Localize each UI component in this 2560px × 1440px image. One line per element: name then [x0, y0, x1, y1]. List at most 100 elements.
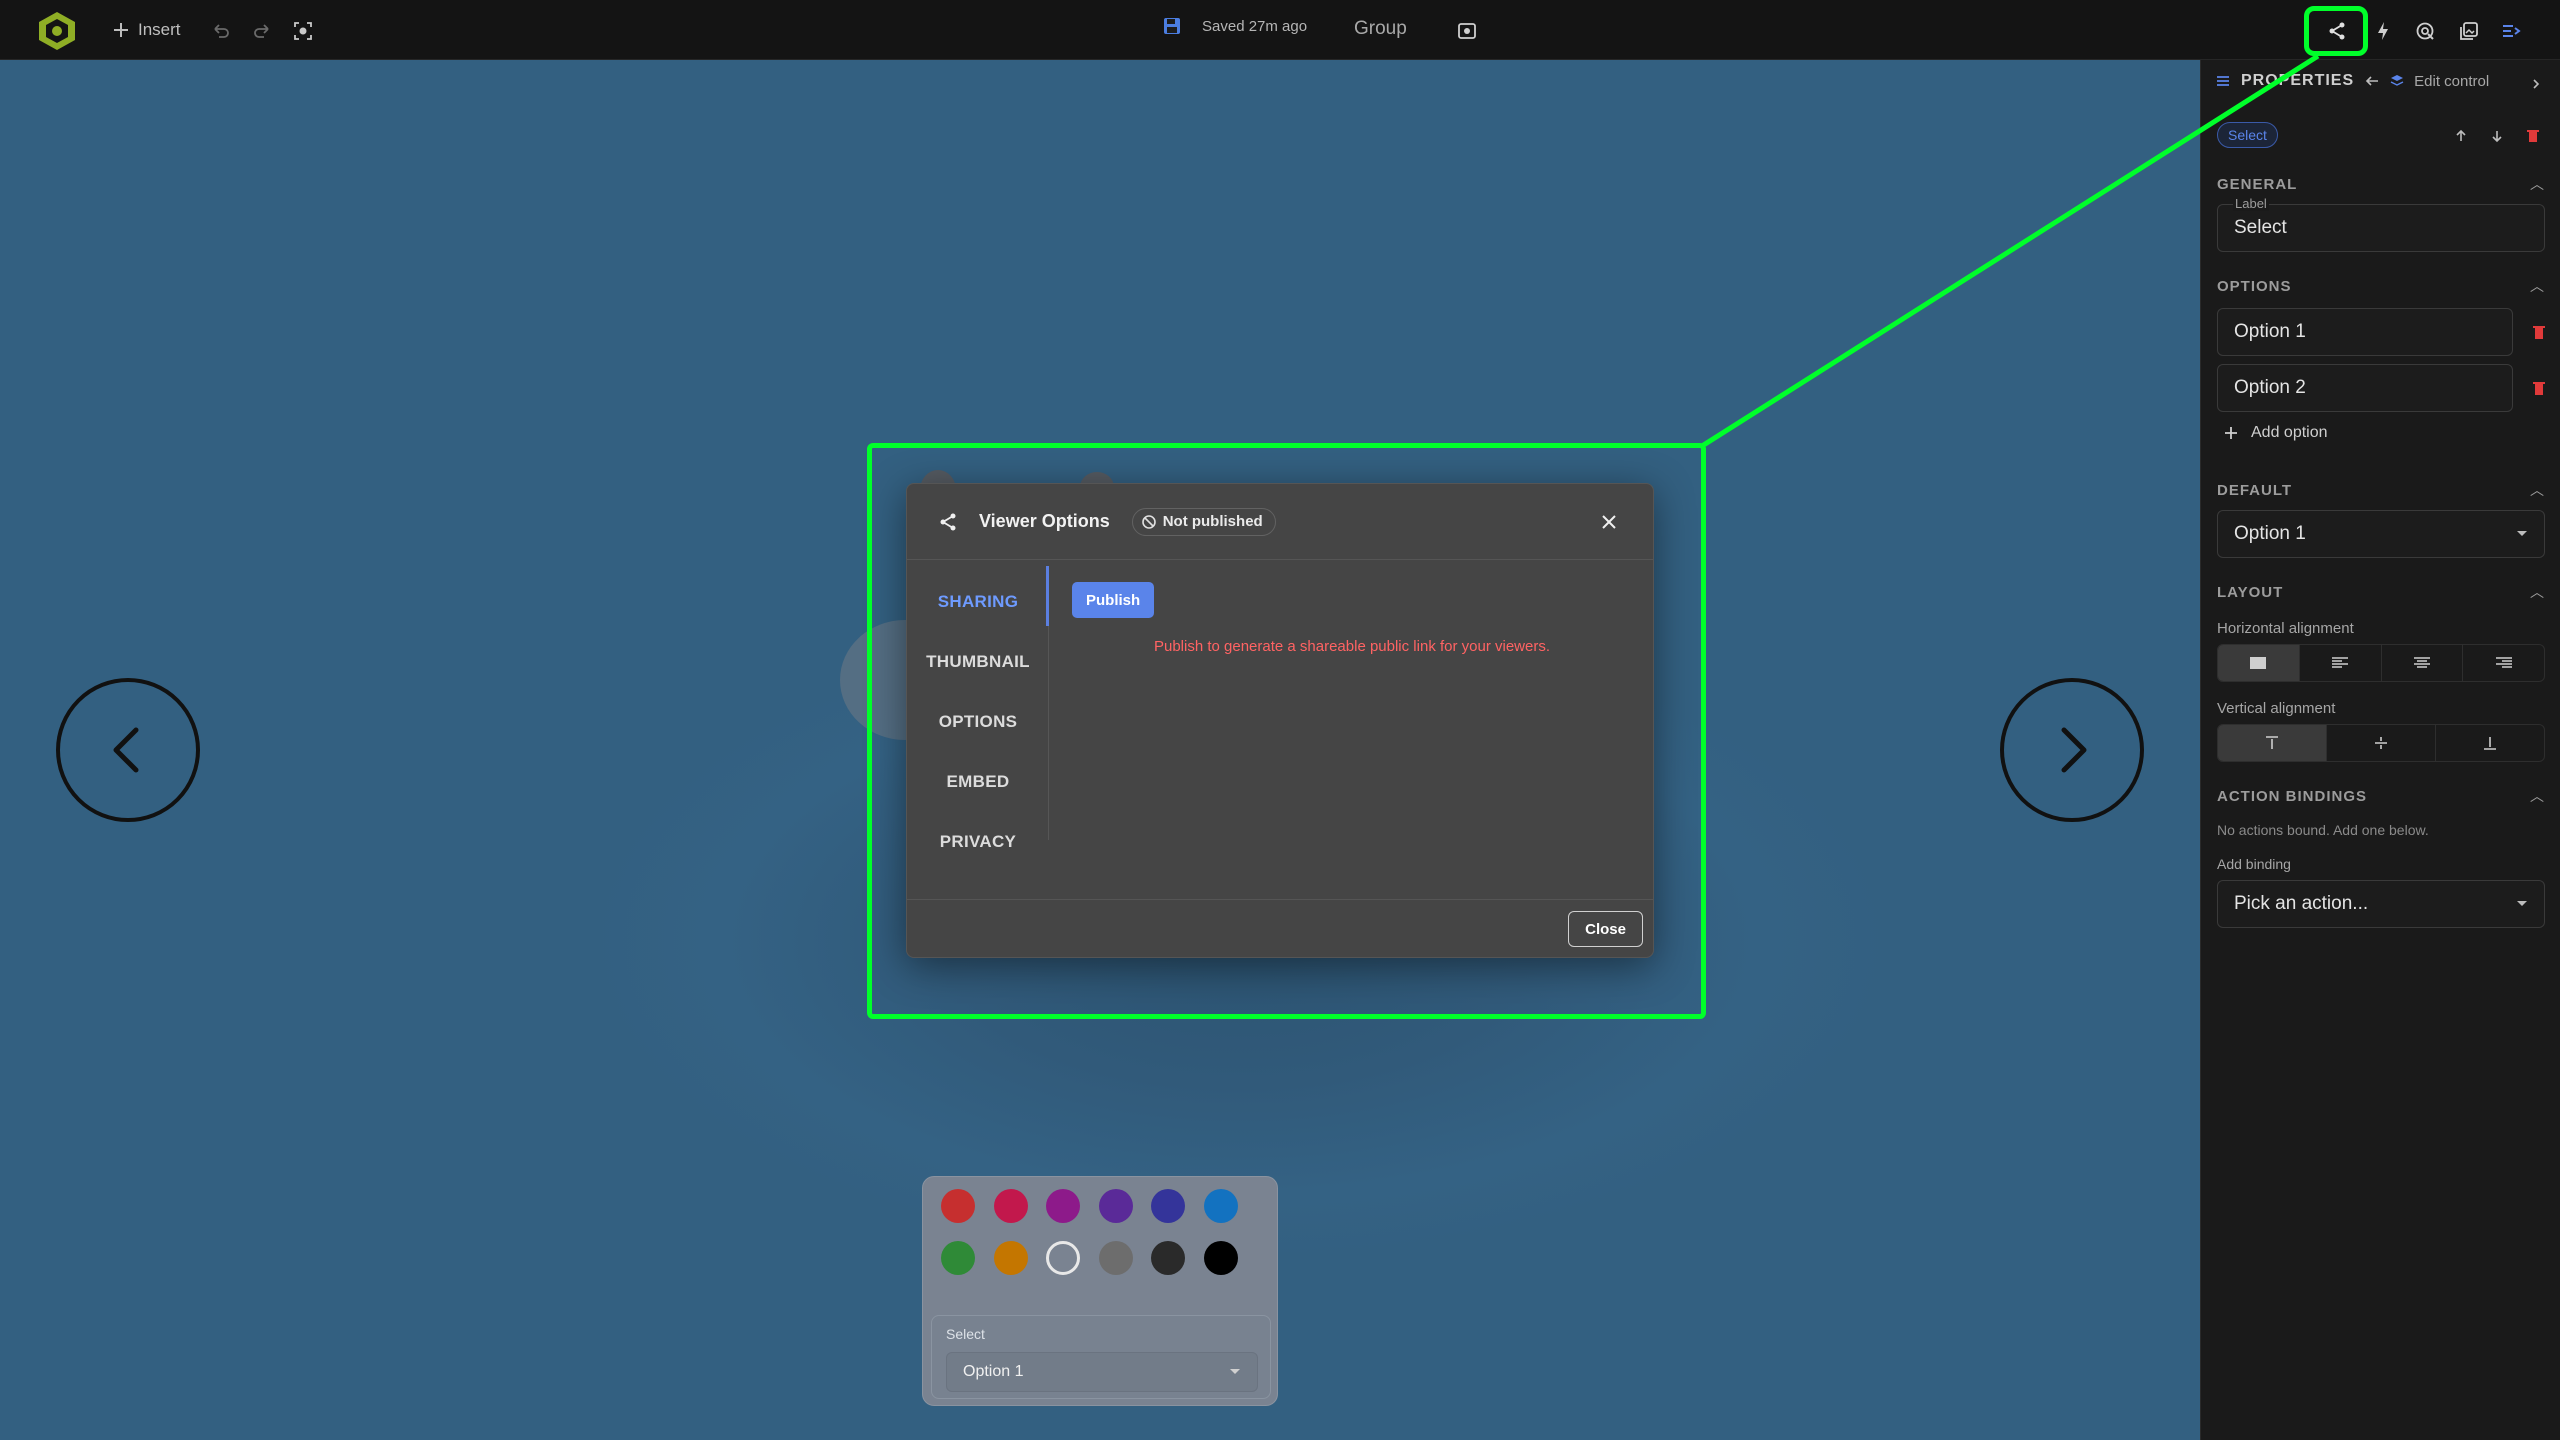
- no-actions-text: No actions bound. Add one below.: [2217, 822, 2429, 838]
- previous-arrow-button[interactable]: [56, 678, 200, 822]
- collapse-chevron-icon[interactable]: ︿: [2530, 786, 2544, 806]
- redo-icon[interactable]: [247, 16, 277, 46]
- publish-button[interactable]: Publish: [1072, 582, 1155, 618]
- plus-icon: [114, 23, 128, 37]
- selected-control-chip[interactable]: Select: [2217, 122, 2278, 148]
- color-swatch[interactable]: [941, 1189, 975, 1223]
- chevron-down-icon: [2517, 901, 2527, 906]
- add-option-label: Add option: [2251, 424, 2328, 441]
- edit-control-label: Edit control: [2414, 72, 2490, 90]
- delete-option-icon[interactable]: [2532, 324, 2546, 340]
- status-badge-text: Not published: [1162, 513, 1263, 530]
- align-middle-icon[interactable]: [2327, 725, 2436, 761]
- share-icon: [940, 513, 956, 530]
- add-option-button[interactable]: Add option: [2223, 424, 2328, 442]
- color-palette-widget: Select Option 1: [922, 1176, 1278, 1406]
- color-swatch[interactable]: [993, 1189, 1028, 1223]
- color-swatch[interactable]: [1203, 1241, 1238, 1275]
- add-binding-label: Add binding: [2217, 856, 2291, 872]
- tab-thumbnail[interactable]: THUMBNAIL: [907, 652, 1049, 672]
- lightning-icon[interactable]: [2368, 16, 2398, 46]
- preview-icon[interactable]: [1452, 16, 1482, 46]
- undo-icon[interactable]: [206, 16, 236, 46]
- insert-label: Insert: [138, 20, 181, 39]
- app-logo-icon[interactable]: [36, 10, 78, 52]
- share-icon[interactable]: [2322, 16, 2352, 46]
- collapse-chevron-icon[interactable]: ︿: [2530, 276, 2544, 296]
- color-swatch[interactable]: [941, 1241, 975, 1275]
- align-top-icon[interactable]: [2218, 725, 2327, 761]
- collapse-chevron-icon[interactable]: ︿: [2530, 174, 2544, 194]
- label-input[interactable]: Select: [2217, 204, 2545, 252]
- option-item-input[interactable]: Option 1: [2217, 308, 2513, 356]
- tab-embed[interactable]: EMBED: [907, 772, 1049, 792]
- dialog-tab-list: SHARING THUMBNAIL OPTIONS EMBED PRIVACY: [907, 560, 1049, 860]
- dialog-footer: Close: [907, 899, 1653, 957]
- color-swatch[interactable]: [1046, 1241, 1080, 1275]
- palette-select-label: Select: [946, 1326, 985, 1342]
- saved-text: Saved 27m ago: [1202, 17, 1308, 35]
- close-icon[interactable]: [1595, 508, 1623, 536]
- vertical-alignment-group: [2217, 724, 2545, 762]
- chevron-left-icon: [113, 727, 139, 773]
- color-swatch[interactable]: [1151, 1189, 1185, 1223]
- color-swatch[interactable]: [1046, 1189, 1080, 1223]
- vertical-alignment-label: Vertical alignment: [2217, 700, 2336, 717]
- label-input-value: Select: [2234, 217, 2287, 238]
- status-badge: Not published: [1131, 507, 1276, 536]
- back-arrow-icon[interactable]: [2364, 73, 2380, 89]
- label-field-caption: Label: [2233, 196, 2269, 211]
- properties-toggle-icon[interactable]: [2496, 16, 2526, 46]
- color-swatch[interactable]: [1098, 1189, 1133, 1223]
- insert-button[interactable]: Insert: [112, 16, 181, 44]
- palette-select-value: Option 1: [963, 1363, 1024, 1380]
- color-swatch[interactable]: [993, 1241, 1028, 1275]
- default-heading: DEFAULT: [2217, 482, 2293, 499]
- tab-options[interactable]: OPTIONS: [907, 712, 1049, 732]
- color-swatch[interactable]: [1098, 1241, 1133, 1275]
- unpublished-icon: [1141, 514, 1156, 529]
- tab-sharing[interactable]: SHARING: [907, 592, 1049, 612]
- properties-icon: [2217, 76, 2229, 86]
- delete-icon[interactable]: [2521, 124, 2545, 148]
- plus-icon: [2225, 427, 2237, 439]
- layers-icon: [2390, 75, 2404, 86]
- delete-option-icon[interactable]: [2532, 380, 2546, 396]
- dialog-title: Viewer Options: [979, 511, 1110, 531]
- action-picker-dropdown[interactable]: Pick an action...: [2217, 880, 2545, 928]
- collapse-chevron-icon[interactable]: ︿: [2530, 582, 2544, 602]
- target-icon[interactable]: [2410, 16, 2440, 46]
- option-item-value: Option 2: [2234, 377, 2306, 398]
- action-bindings-heading: ACTION BINDINGS: [2217, 788, 2367, 805]
- save-disk-icon[interactable]: [1162, 16, 1182, 36]
- chevron-right-icon[interactable]: [2524, 72, 2548, 96]
- align-stretch-icon[interactable]: [2218, 645, 2300, 681]
- option-item-input[interactable]: Option 2: [2217, 364, 2513, 412]
- move-up-icon[interactable]: [2449, 124, 2473, 148]
- layout-heading: LAYOUT: [2217, 584, 2284, 601]
- palette-select-control: Select Option 1: [931, 1315, 1271, 1399]
- align-right-icon[interactable]: [2463, 645, 2544, 681]
- align-bottom-icon[interactable]: [2436, 725, 2544, 761]
- palette-select-dropdown[interactable]: Option 1: [946, 1352, 1258, 1392]
- properties-panel: PROPERTIES Edit control Select GENERAL ︿…: [2200, 60, 2560, 1440]
- option-item-value: Option 1: [2234, 321, 2306, 342]
- tab-privacy[interactable]: PRIVACY: [907, 832, 1049, 852]
- viewer-options-dialog: Viewer Options Not published SHARING THU…: [906, 483, 1654, 958]
- default-option-dropdown[interactable]: Option 1: [2217, 510, 2545, 558]
- dialog-header: Viewer Options Not published: [907, 484, 1653, 560]
- group-label[interactable]: Group: [1354, 18, 1407, 40]
- move-down-icon[interactable]: [2485, 124, 2509, 148]
- align-center-icon[interactable]: [2382, 645, 2464, 681]
- color-swatch[interactable]: [1203, 1189, 1238, 1223]
- publish-hint: Publish to generate a shareable public l…: [1153, 638, 1551, 655]
- general-heading: GENERAL: [2217, 176, 2298, 193]
- collapse-chevron-icon[interactable]: ︿: [2530, 480, 2544, 500]
- align-left-icon[interactable]: [2300, 645, 2382, 681]
- focus-frame-icon[interactable]: [288, 16, 318, 46]
- panel-title: PROPERTIES: [2241, 72, 2355, 89]
- gallery-icon[interactable]: [2454, 16, 2484, 46]
- color-swatch[interactable]: [1151, 1241, 1185, 1275]
- next-arrow-button[interactable]: [2000, 678, 2144, 822]
- close-button[interactable]: Close: [1568, 911, 1643, 947]
